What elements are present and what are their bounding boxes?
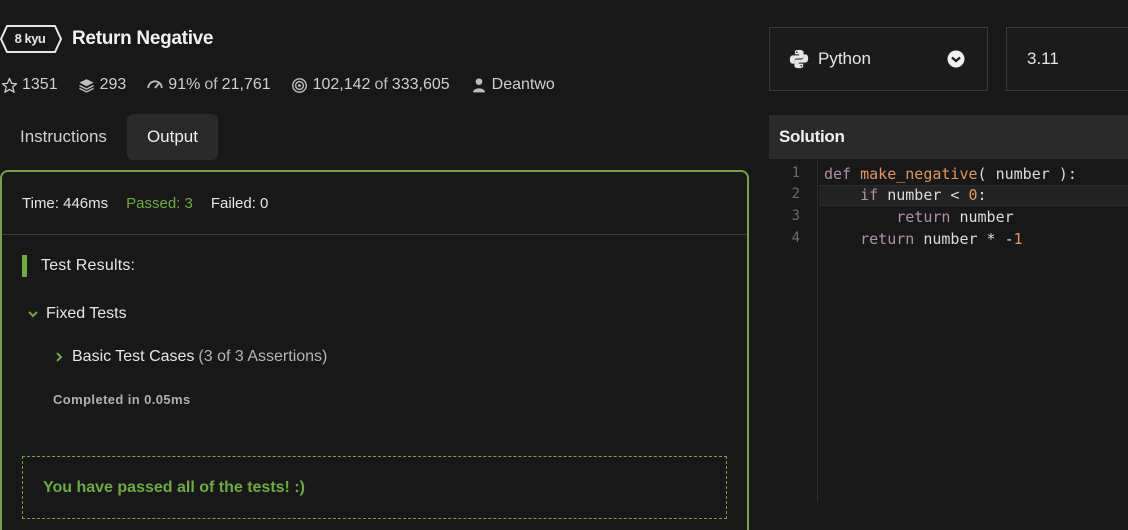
tab-output[interactable]: Output — [126, 114, 218, 160]
kata-title: Return Negative — [72, 28, 214, 49]
fixed-tests-group[interactable]: Fixed Tests — [26, 305, 127, 323]
language-label: Python — [818, 49, 871, 68]
kata-header: 8 kyu Return Negative — [0, 22, 214, 56]
code-editor[interactable]: 1 2 3 4 def make_negative( number ): if … — [769, 160, 1128, 530]
tab-instructions[interactable]: Instructions — [0, 114, 127, 160]
results-heading: Test Results: — [22, 255, 135, 277]
user-icon — [470, 76, 488, 94]
stars-count: 1351 — [22, 76, 58, 93]
fixed-tests-label: Fixed Tests — [46, 305, 127, 322]
line-number: 4 — [791, 230, 800, 246]
attempts-total: 333,605 — [391, 76, 450, 93]
version-select[interactable]: 3.11 — [1006, 27, 1128, 91]
gauge-icon — [146, 76, 164, 94]
solution-header: Solution — [769, 115, 1128, 159]
stars-stat[interactable]: 1351 — [0, 76, 58, 94]
success-message-box: You have passed all of the tests! :) — [22, 456, 727, 519]
satisfaction-of: of — [204, 76, 218, 93]
code-line-4[interactable]: return number * -1 — [824, 229, 1023, 250]
line-number: 3 — [791, 208, 800, 224]
line-number-gutter: 1 2 3 4 — [769, 160, 818, 502]
rank-badge: 8 kyu — [0, 24, 62, 54]
author-name[interactable]: Deantwo — [492, 76, 555, 94]
passed-count: Passed: 3 — [126, 194, 193, 212]
version-label: 3.11 — [1027, 49, 1059, 68]
collections-stat: 293 — [78, 76, 127, 94]
code-line-2[interactable]: if number < 0: — [824, 185, 986, 206]
tab-bar: Instructions Output — [0, 114, 218, 160]
chevron-down-icon — [26, 307, 40, 321]
line-number: 2 — [791, 186, 800, 202]
star-icon — [0, 76, 18, 94]
assertions-count: (3 of 3 Assertions) — [198, 348, 328, 365]
language-select[interactable]: Python — [769, 27, 988, 91]
python-icon — [788, 48, 810, 70]
basic-test-cases[interactable]: Basic Test Cases (3 of 3 Assertions) — [52, 348, 327, 366]
satisfaction-stat: 91% of 21,761 — [146, 76, 271, 94]
layers-icon — [78, 76, 96, 94]
satisfaction-total: 21,761 — [221, 76, 271, 93]
output-panel: Time: 446ms Passed: 3 Failed: 0 Test Res… — [0, 170, 749, 530]
completions-stat: 102,142 of 333,605 — [291, 76, 450, 94]
completed-time: Completed in 0.05ms — [53, 392, 191, 407]
author-stat[interactable]: Deantwo — [470, 76, 555, 94]
target-icon — [291, 76, 309, 94]
code-line-1[interactable]: def make_negative( number ): — [824, 164, 1077, 185]
chevron-right-icon — [52, 350, 66, 364]
basic-test-cases-label: Basic Test Cases — [72, 348, 195, 365]
code-line-3[interactable]: return number — [824, 207, 1013, 228]
kata-stats: 1351 293 91% of 21,761 102,142 of 333,60… — [0, 72, 575, 98]
satisfaction-percent: 91% — [168, 76, 201, 93]
completions-of: of — [374, 76, 388, 93]
chevron-down-circle-icon — [947, 50, 965, 68]
rank-label: 8 kyu — [14, 31, 46, 46]
line-number: 1 — [791, 165, 800, 181]
completions-count: 102,142 — [312, 76, 371, 93]
failed-count: Failed: 0 — [210, 194, 269, 212]
success-message: You have passed all of the tests! :) — [43, 478, 305, 496]
time-label: Time: 446ms — [22, 194, 109, 212]
collections-count: 293 — [99, 76, 127, 93]
test-summary: Time: 446ms Passed: 3 Failed: 0 — [2, 172, 747, 235]
